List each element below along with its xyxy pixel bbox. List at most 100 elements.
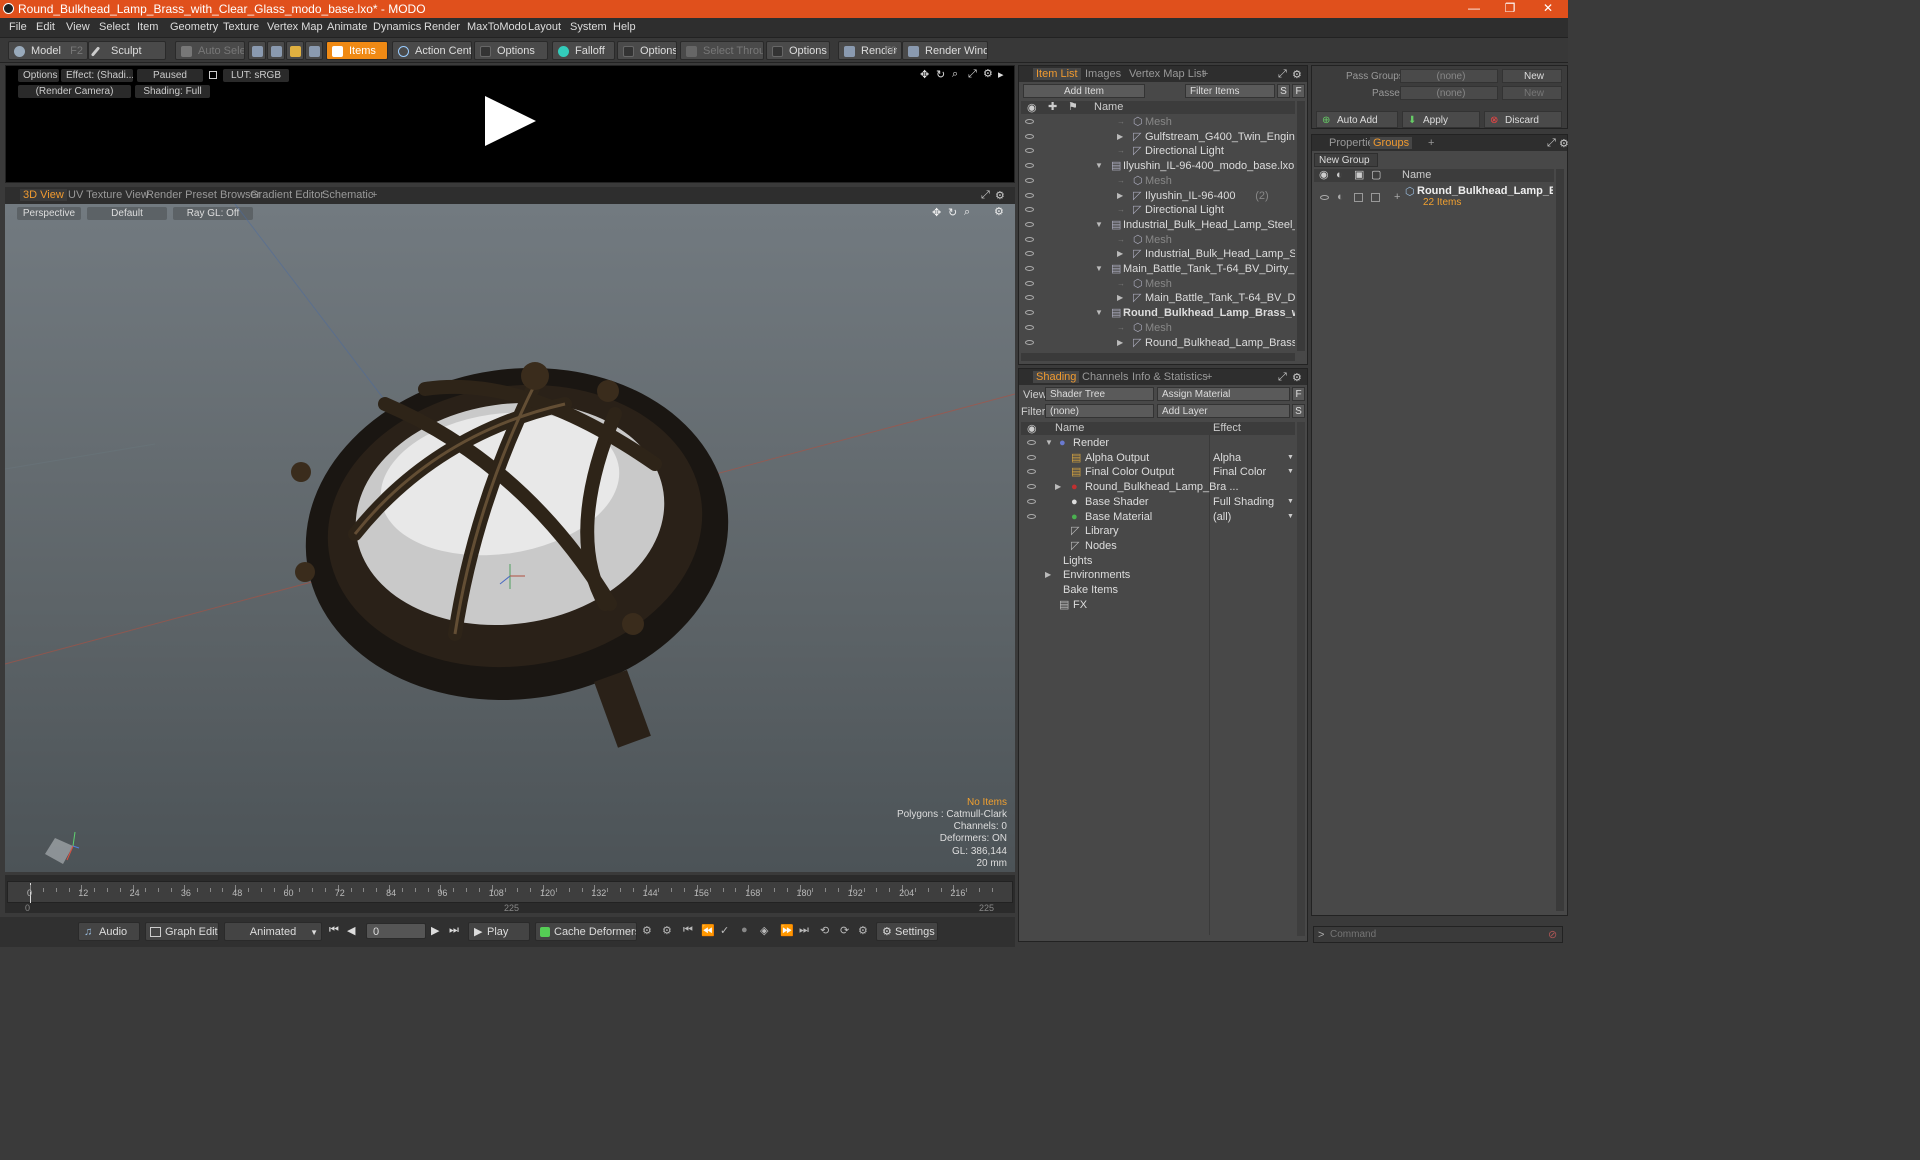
menu-layout[interactable]: Layout [528,21,561,33]
effect-value[interactable]: (all) [1213,510,1231,525]
eye-icon[interactable] [1025,119,1034,124]
eye-icon[interactable] [1025,266,1034,271]
skip-start-icon[interactable]: ⏮ [329,924,339,937]
eye-icon[interactable] [1025,324,1034,330]
groups-scrollbar[interactable] [1556,169,1564,911]
menu-view[interactable]: View [66,21,90,33]
discard-button[interactable]: ⊗ Discard [1484,111,1562,128]
key-tool-icon[interactable]: ⚙ [642,924,652,937]
action-center-options-button[interactable]: Options [474,41,548,60]
menu-dynamics[interactable]: Dynamics [373,21,421,33]
prev-frame-icon[interactable]: ⏪ [701,924,715,937]
eye-icon[interactable] [1025,310,1034,316]
record-icon[interactable]: ● [741,924,748,936]
eye-icon[interactable] [1025,339,1034,345]
item-row[interactable]: → ⬡ Mesh [1021,233,1295,248]
action-center-button[interactable]: Action Center [392,41,472,60]
item-row[interactable]: ▶ ◸Gulfstream_G400_Twin_Engine_Business..… [1021,130,1295,145]
eye-icon[interactable] [1025,280,1034,286]
vertices-mode-button[interactable] [248,41,266,60]
polygons-mode-button[interactable] [286,41,304,60]
assign-material-button[interactable]: Assign Material [1157,387,1290,401]
dropdown-arrow-icon[interactable]: ▼ [1287,495,1294,510]
render-camera-dropdown[interactable]: (Render Camera) [18,85,131,98]
add-layer-dropdown[interactable]: Add Layer [1157,404,1290,418]
prev-keyframe-icon[interactable]: ⏮ [683,924,693,937]
shader-row[interactable]: ◸ Library [1021,524,1295,539]
key-filter-icon[interactable]: ⚙ [858,924,868,937]
collapse-arrow-icon[interactable]: ▼ [1095,306,1103,321]
minimize-button[interactable]: — [1456,0,1492,18]
render-options-button[interactable]: Options [18,69,59,82]
next-frame-icon[interactable]: ⏩ [780,924,794,937]
rotate-view-icon[interactable]: ↻ [936,68,945,81]
new-group-button[interactable]: New Group [1314,153,1378,167]
expand-arrow-icon[interactable]: ▶ [1117,336,1123,351]
key-tool-2-icon[interactable]: ⚙ [662,924,672,937]
shader-row[interactable]: ● Base Shader Full Shading ▼ [1021,495,1295,510]
eye-icon[interactable] [1027,469,1036,475]
apply-button[interactable]: ⬇ Apply [1402,111,1480,128]
add-tab-icon[interactable]: + [1199,68,1211,80]
zoom-view-icon[interactable]: ⌕ [952,68,958,81]
item-row[interactable]: → ⬡ Mesh [1021,321,1295,336]
sculpt-button[interactable]: Sculpt [88,41,166,60]
item-row[interactable]: → ⬡ Mesh [1021,277,1295,292]
eye-icon[interactable] [1027,513,1036,519]
shader-row[interactable]: ● Base Material (all) ▼ [1021,510,1295,525]
auto-select-button[interactable]: Auto Select [175,41,245,60]
auto-key-icon[interactable]: ⟳ [840,924,849,937]
lut-dropdown[interactable]: LUT: sRGB [223,69,289,82]
add-item-dropdown[interactable]: Add Item [1023,84,1145,98]
panel-gear-icon[interactable]: ⚙ [1289,68,1305,81]
item-row[interactable]: ▶◸Main_Battle_Tank_T-64_BV_Dirty(2) [1021,291,1295,306]
eye-icon[interactable] [1027,454,1036,460]
add-tab-icon[interactable]: + [1203,371,1215,383]
eye-icon[interactable] [1025,221,1034,227]
menu-geometry[interactable]: Geometry [170,21,218,33]
menu-item[interactable]: Item [137,21,158,33]
tab-uv-texture-view[interactable]: UV Texture View [68,189,149,201]
dropdown-arrow-icon[interactable]: ▼ [1287,465,1294,480]
expand-arrow-icon[interactable]: ▶ [1055,480,1061,495]
eye-icon[interactable] [1025,236,1034,242]
shader-row[interactable]: ▶ Environments [1021,568,1295,583]
loop-icon[interactable]: ⟲ [820,924,829,937]
item-row[interactable]: ▶ ◸ Ilyushin_IL-96-400 (2) [1021,189,1295,204]
expand-arrow-icon[interactable]: ▶ [1117,189,1123,204]
tab-vertex-map-list[interactable]: Vertex Map List [1126,68,1208,80]
items-mode-button[interactable]: Items [326,41,388,60]
cache-deformers-button[interactable]: Cache Deformers [535,922,637,941]
eye-icon[interactable] [1320,195,1329,200]
tab-gradient-editor[interactable]: Gradient Editor [250,189,324,201]
move-view-icon[interactable]: ✥ [920,68,929,81]
frame-input[interactable]: 0 [366,923,426,939]
menu-animate[interactable]: Animate [327,21,367,33]
audio-button[interactable]: ♫ Audio [78,922,140,941]
key-icon[interactable]: ✓ [720,924,729,937]
item-row[interactable]: → ⬡ Mesh [1021,174,1295,189]
eye-icon[interactable] [1025,163,1034,169]
panel-gear-icon[interactable]: ⚙ [995,189,1005,202]
item-row[interactable]: ▼ ▤ Ilyushin_IL-96-400_modo_base.lxo [1021,159,1295,174]
panel-gear-icon[interactable]: ⚙ [1289,371,1305,384]
item-row[interactable]: ▼ ▤Main_Battle_Tank_T-64_BV_Dirty_modo_b … [1021,262,1295,277]
shader-row[interactable]: ▤ Final Color Output Final Color ▼ [1021,465,1295,480]
add-tab-icon[interactable]: + [1425,137,1437,149]
skip-end-icon[interactable]: ⏭ [449,924,459,937]
effect-value[interactable]: Full Shading [1213,495,1274,510]
expand-arrow-icon[interactable]: ▶ [1117,291,1123,306]
filter-dropdown[interactable]: (none) [1045,404,1154,418]
maximize-panel-icon[interactable]: ⤢ [1275,371,1290,384]
close-button[interactable]: ✕ [1530,0,1566,18]
collapse-arrow-icon[interactable]: ▼ [1095,218,1103,233]
maximize-view-icon[interactable]: ⤢ [968,68,977,81]
dropdown-arrow-icon[interactable]: ▼ [1287,451,1294,466]
item-row[interactable]: ▶ ◸Round_Bulkhead_Lamp_Brass_with_Cle ... [1021,336,1295,351]
f-button[interactable]: F [1292,84,1305,98]
falloff-button[interactable]: Falloff [552,41,615,60]
expand-arrow-icon[interactable]: ▶ [1117,130,1123,145]
eye-icon[interactable] [1027,498,1036,504]
key-all-icon[interactable]: ◈ [760,924,768,937]
menu-select[interactable]: Select [99,21,130,33]
